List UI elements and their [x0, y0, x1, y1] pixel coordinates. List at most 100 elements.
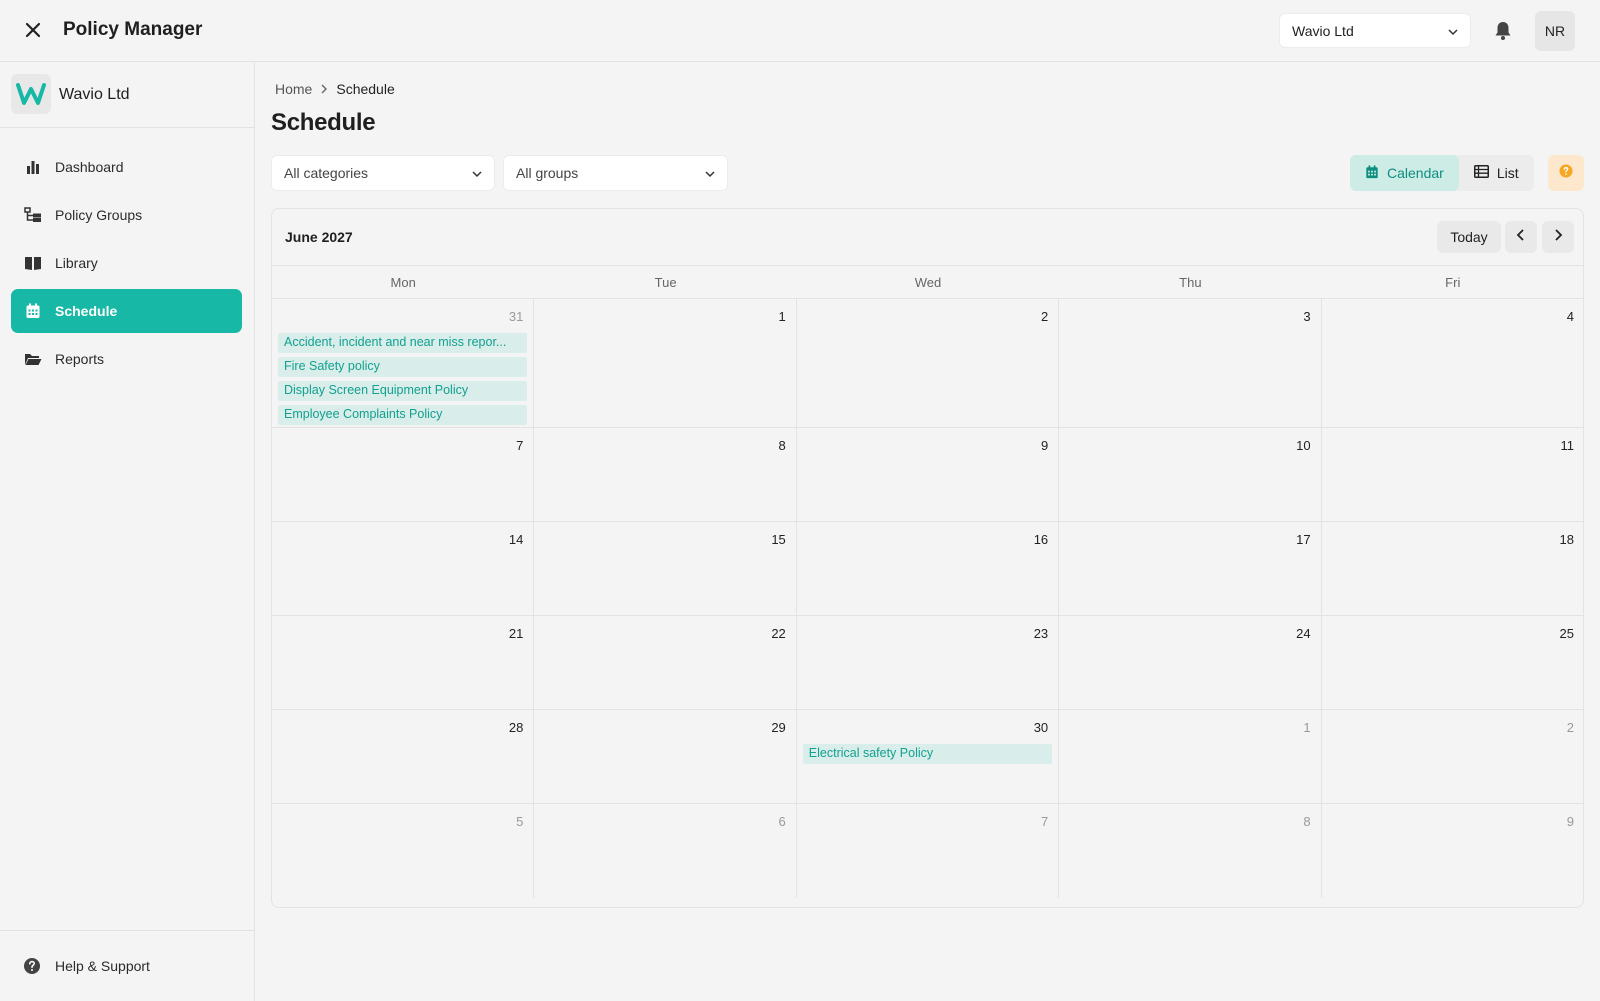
organization-select-value: Wavio Ltd — [1292, 22, 1354, 39]
chevron-down-icon — [1447, 25, 1459, 41]
close-icon[interactable] — [20, 17, 46, 43]
previous-month-button[interactable] — [1505, 221, 1537, 253]
calendar-day-cell[interactable]: 8 — [1059, 804, 1322, 898]
calendar-day-cell[interactable]: 11 — [1322, 428, 1583, 521]
day-number: 1 — [778, 309, 786, 324]
calendar-view-button[interactable]: Calendar — [1350, 155, 1459, 191]
month-label: June 2027 — [285, 229, 353, 245]
calendar-icon — [1365, 164, 1379, 182]
calendar-day-cell[interactable]: 6 — [534, 804, 797, 898]
organization-select[interactable]: Wavio Ltd — [1279, 13, 1471, 48]
calendar-day-cell[interactable]: 4 — [1322, 299, 1583, 427]
calendar-day-cell[interactable]: 23 — [797, 616, 1060, 709]
weekday-header-row: Mon Tue Wed Thu Fri — [272, 266, 1583, 299]
calendar-day-cell[interactable]: 21 — [272, 616, 535, 709]
day-number: 21 — [508, 626, 524, 641]
day-number: 8 — [1303, 814, 1311, 829]
avatar[interactable]: NR — [1535, 11, 1575, 51]
sidebar-org: Wavio Ltd — [0, 62, 254, 128]
calendar-day-cell[interactable]: 2 — [1322, 710, 1583, 803]
calendar-day-cell[interactable]: 5 — [272, 804, 535, 898]
calendar-grid: 3 1 Accident, incident and near miss repor… — [272, 299, 1583, 898]
calendar: June 2027 Today Mon Tue Wed Thu Fri 3 1 Ac… — [271, 208, 1584, 908]
day-number: 7 — [516, 438, 524, 453]
calendar-day-cell[interactable]: 7 — [797, 804, 1060, 898]
calendar-event[interactable]: Fire Safety policy — [278, 357, 528, 377]
calendar-day-cell[interactable]: 8 — [534, 428, 797, 521]
calendar-icon — [23, 301, 43, 321]
calendar-day-cell[interactable]: 30 Electrical safety Policy — [797, 710, 1060, 803]
calendar-day-cell[interactable]: 25 — [1322, 616, 1583, 709]
day-events: Accident, incident and near miss repor..… — [278, 333, 528, 425]
calendar-day-cell[interactable]: 31 Accident, incident and near miss repor… — [272, 299, 535, 427]
day-number: 28 — [508, 720, 524, 735]
calendar-day-cell[interactable]: 18 — [1322, 522, 1583, 615]
bell-icon[interactable] — [1490, 18, 1516, 44]
chevron-left-icon — [1516, 228, 1526, 246]
weekday-label: Tue — [654, 274, 677, 290]
breadcrumb-current: Schedule — [336, 81, 395, 97]
list-icon — [1473, 165, 1489, 181]
day-number: 9 — [1566, 814, 1574, 829]
calendar-day-cell[interactable]: 10 — [1059, 428, 1322, 521]
group-filter-select[interactable]: All groups — [503, 155, 728, 191]
group-filter-value: All groups — [516, 165, 579, 181]
breadcrumb-home[interactable]: Home — [275, 81, 312, 97]
question-circle-icon — [23, 957, 41, 975]
day-number: 14 — [508, 532, 524, 547]
sidebar-item-schedule[interactable]: Schedule — [11, 289, 242, 333]
list-view-button[interactable]: List — [1459, 155, 1534, 191]
calendar-week-row: 28 29 30 Electrical safety Policy 1 2 — [272, 710, 1583, 804]
calendar-event[interactable]: Electrical safety Policy — [802, 744, 1053, 764]
day-number: 8 — [778, 438, 786, 453]
calendar-day-cell[interactable]: 1 — [534, 299, 797, 427]
calendar-day-cell[interactable]: 9 — [797, 428, 1060, 521]
sidebar-item-label: Policy Groups — [55, 207, 143, 223]
calendar-view-label: Calendar — [1387, 165, 1444, 181]
day-number: 2 — [1566, 720, 1574, 735]
help-support-link[interactable]: Help & Support — [0, 930, 254, 1001]
view-toggle: Calendar List — [1350, 155, 1534, 191]
calendar-event[interactable]: Accident, incident and near miss repor..… — [278, 333, 528, 353]
page-title: Schedule — [271, 109, 376, 136]
sidebar-item-label: Library — [55, 255, 98, 271]
weekday-label: Wed — [914, 274, 942, 290]
day-events: Electrical safety Policy — [802, 744, 1053, 764]
calendar-day-cell[interactable]: 14 — [272, 522, 535, 615]
category-filter-select[interactable]: All categories — [271, 155, 495, 191]
day-number: 25 — [1559, 626, 1574, 641]
help-support-label: Help & Support — [55, 958, 150, 974]
calendar-day-cell[interactable]: 2 — [797, 299, 1060, 427]
calendar-event[interactable]: Display Screen Equipment Policy — [278, 381, 528, 401]
sidebar-item-reports[interactable]: Reports — [11, 337, 242, 381]
day-number: 3 — [1303, 309, 1311, 324]
calendar-day-cell[interactable]: 28 — [272, 710, 535, 803]
sidebar-item-dashboard[interactable]: Dashboard — [11, 145, 242, 189]
next-month-button[interactable] — [1542, 221, 1574, 253]
breadcrumb: Home Schedule — [275, 81, 395, 97]
list-view-label: List — [1496, 165, 1519, 181]
calendar-day-cell[interactable]: 16 — [797, 522, 1060, 615]
calendar-day-cell[interactable]: 9 — [1322, 804, 1583, 898]
calendar-day-cell[interactable]: 24 — [1059, 616, 1322, 709]
calendar-day-cell[interactable]: 15 — [534, 522, 797, 615]
calendar-day-cell[interactable]: 29 — [534, 710, 797, 803]
info-button[interactable] — [1548, 155, 1584, 191]
calendar-event[interactable]: Employee Complaints Policy — [278, 405, 528, 425]
calendar-day-cell[interactable]: 7 — [272, 428, 535, 521]
sidebar-item-policy-groups[interactable]: Policy Groups — [11, 193, 242, 237]
sidebar-item-library[interactable]: Library — [11, 241, 242, 285]
day-number: 10 — [1296, 438, 1311, 453]
today-button[interactable]: Today — [1437, 221, 1501, 253]
app-title: Policy Manager — [63, 19, 203, 40]
calendar-day-cell[interactable]: 1 — [1059, 710, 1322, 803]
calendar-day-cell[interactable]: 17 — [1059, 522, 1322, 615]
day-number: 11 — [1560, 438, 1574, 453]
sidebar-item-label: Dashboard — [55, 159, 124, 175]
day-number: 9 — [1040, 438, 1049, 453]
sidebar: Wavio Ltd Dashboard Policy Groups Librar… — [0, 62, 255, 1001]
organization-name: Wavio Ltd — [59, 86, 130, 103]
calendar-day-cell[interactable]: 22 — [534, 616, 797, 709]
calendar-week-row: 14 15 16 17 18 — [272, 522, 1583, 616]
calendar-day-cell[interactable]: 3 — [1059, 299, 1322, 427]
